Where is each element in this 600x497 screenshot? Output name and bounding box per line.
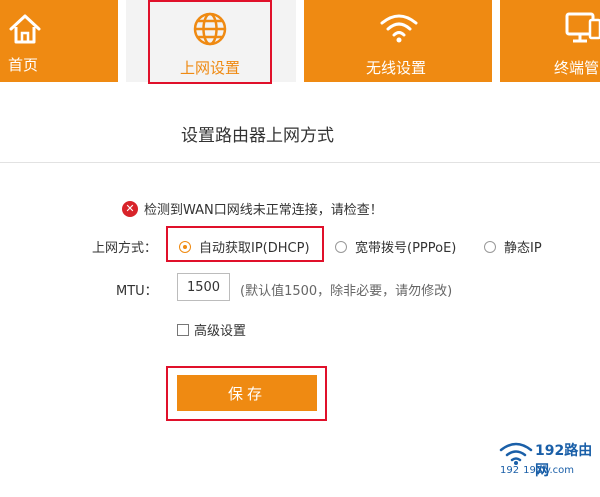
tab-home-label: 首页 bbox=[8, 56, 39, 74]
watermark-url-right: 192ly.com bbox=[523, 465, 574, 476]
wifi-logo-icon bbox=[499, 442, 533, 465]
wan-warning-text: 检测到WAN口网线未正常连接，请检查！ bbox=[144, 203, 383, 218]
mtu-label: MTU： bbox=[116, 284, 158, 299]
divider bbox=[0, 162, 600, 163]
save-highlight bbox=[166, 366, 327, 421]
advanced-settings-checkbox[interactable] bbox=[177, 323, 189, 336]
radio-pppoe-label: 宽带拨号(PPPoE) bbox=[355, 241, 457, 256]
tab-terminal-management[interactable]: 终端管 bbox=[500, 0, 600, 82]
advanced-settings-label: 高级设置 bbox=[194, 324, 247, 339]
connection-type-label: 上网方式： bbox=[92, 241, 158, 256]
radio-static-ip-dot[interactable] bbox=[484, 240, 496, 253]
watermark: 192路由网 192 192ly.com bbox=[496, 440, 600, 490]
page-title: 设置路由器上网方式 bbox=[181, 126, 334, 146]
tab-wireless-settings-label: 无线设置 bbox=[366, 59, 427, 77]
wifi-icon bbox=[380, 14, 418, 43]
radio-static-ip-label: 静态IP bbox=[504, 241, 542, 256]
tab-home[interactable]: 首页 bbox=[0, 0, 118, 82]
watermark-url-left: 192 bbox=[500, 465, 520, 476]
radio-pppoe-dot[interactable] bbox=[335, 240, 347, 253]
advanced-settings-toggle[interactable]: 高级设置 bbox=[177, 320, 246, 339]
watermark-url: 192 192ly.com bbox=[500, 465, 574, 476]
wan-warning: ✕ 检测到WAN口网线未正常连接，请检查！ bbox=[122, 199, 383, 218]
radio-static-ip[interactable]: 静态IP bbox=[484, 237, 542, 256]
home-icon bbox=[9, 14, 41, 44]
radio-pppoe[interactable]: 宽带拨号(PPPoE) bbox=[335, 237, 456, 256]
tab-terminal-management-label: 终端管 bbox=[554, 59, 600, 77]
monitor-icon bbox=[565, 12, 600, 43]
tab-wireless-settings[interactable]: 无线设置 bbox=[304, 0, 492, 82]
top-nav: 首页 上网设置 无线设置 终端管 bbox=[0, 0, 600, 84]
dhcp-highlight bbox=[166, 226, 324, 262]
active-tab-highlight bbox=[148, 0, 272, 84]
mtu-hint: (默认值1500，除非必要，请勿修改) bbox=[240, 284, 453, 299]
mtu-input[interactable] bbox=[177, 273, 230, 301]
error-icon: ✕ bbox=[122, 200, 138, 217]
